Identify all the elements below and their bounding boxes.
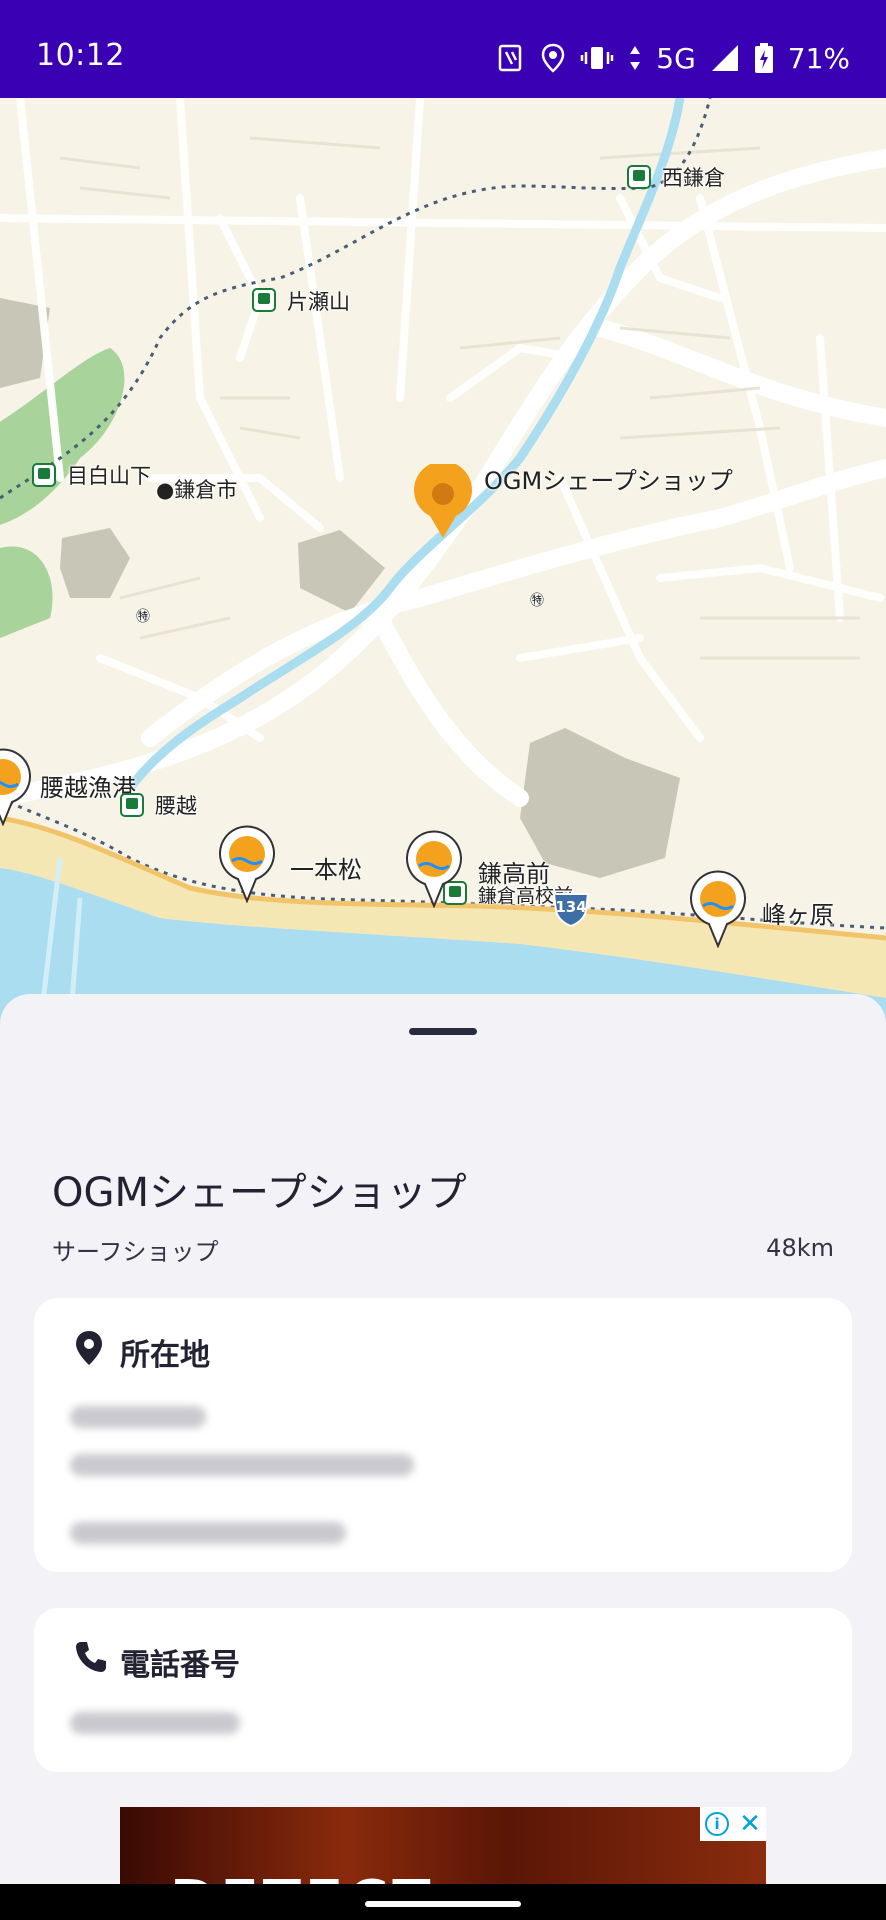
network-type: 5G: [656, 41, 696, 75]
ad-info-icon[interactable]: i: [705, 1812, 730, 1836]
surf-spot-pin[interactable]: [0, 748, 32, 827]
sheet-drag-handle[interactable]: [409, 1028, 477, 1035]
location-card-title: 所在地: [120, 1338, 210, 1373]
data-arrows-icon: [628, 43, 642, 73]
station-icon: [120, 793, 144, 817]
surf-spot-pin[interactable]: [405, 830, 463, 909]
nfc-icon: [496, 43, 526, 73]
phone-card-title: 電話番号: [120, 1648, 240, 1683]
map-label-mejiroyamashita: 目白山下: [67, 464, 151, 488]
map-view[interactable]: 西鎌倉 片瀬山 目白山下 ●鎌倉市 ㊕ ㊕ 腰越漁港 腰越 一本松 鎌高前 鎌倉…: [0, 98, 886, 1028]
selected-place-pin[interactable]: OGMシェープショップ: [412, 461, 733, 544]
location-card[interactable]: 所在地: [34, 1298, 852, 1572]
place-title: OGMシェープショップ: [52, 1170, 467, 1216]
battery-percentage: 71%: [787, 41, 850, 75]
kindergarten-icon: ㊕: [530, 593, 544, 609]
route-shield: 134: [551, 891, 591, 928]
place-detail-sheet: OGMシェープショップ サーフショップ 48km 所在地 電話番号: [0, 994, 886, 1894]
surf-spot-pin[interactable]: [218, 825, 276, 904]
location-icon: [540, 43, 566, 73]
map-label-nishi-kamakura: 西鎌倉: [662, 166, 725, 190]
station-icon: [32, 463, 56, 487]
map-marker-icon: [414, 461, 472, 538]
ad-close-icon[interactable]: ✕: [739, 1811, 761, 1837]
ad-controls: i ✕: [700, 1807, 766, 1841]
redacted-coordinates: [70, 1522, 346, 1544]
selected-pin-label: OGMシェープショップ: [484, 467, 733, 495]
phone-icon: [74, 1640, 108, 1678]
map-label-kamakura-city: ●鎌倉市: [156, 478, 238, 502]
station-icon: [252, 288, 276, 312]
home-gesture-handle[interactable]: [365, 1901, 521, 1907]
status-time: 10:12: [36, 38, 125, 73]
station-icon: [627, 165, 651, 189]
ad-banner[interactable]: DETECT i ✕: [120, 1807, 766, 1894]
redacted-postal-code: [70, 1406, 206, 1428]
phone-card[interactable]: 電話番号: [34, 1608, 852, 1772]
redacted-address: [70, 1454, 414, 1476]
surf-spot-pin[interactable]: [689, 870, 747, 949]
status-bar: 10:12 5G 71%: [0, 0, 886, 98]
map-label-koshigoe: 腰越: [155, 794, 197, 818]
signal-icon: [710, 43, 740, 73]
navigation-bar: [0, 1884, 886, 1920]
vibrate-icon: [580, 43, 614, 73]
battery-icon: [754, 42, 774, 74]
place-category: サーフショップ: [52, 1238, 219, 1266]
redacted-phone-number: [70, 1712, 240, 1734]
map-label-katasereyama: 片瀬山: [287, 290, 350, 314]
map-label-minegahara: 峰ヶ原: [762, 901, 834, 929]
place-distance: 48km: [766, 1234, 834, 1262]
kindergarten-icon: ㊕: [136, 609, 150, 625]
status-icons: 5G 71%: [496, 38, 850, 78]
location-pin-icon: [74, 1330, 104, 1370]
map-label-ipponmatsu: 一本松: [290, 856, 362, 884]
